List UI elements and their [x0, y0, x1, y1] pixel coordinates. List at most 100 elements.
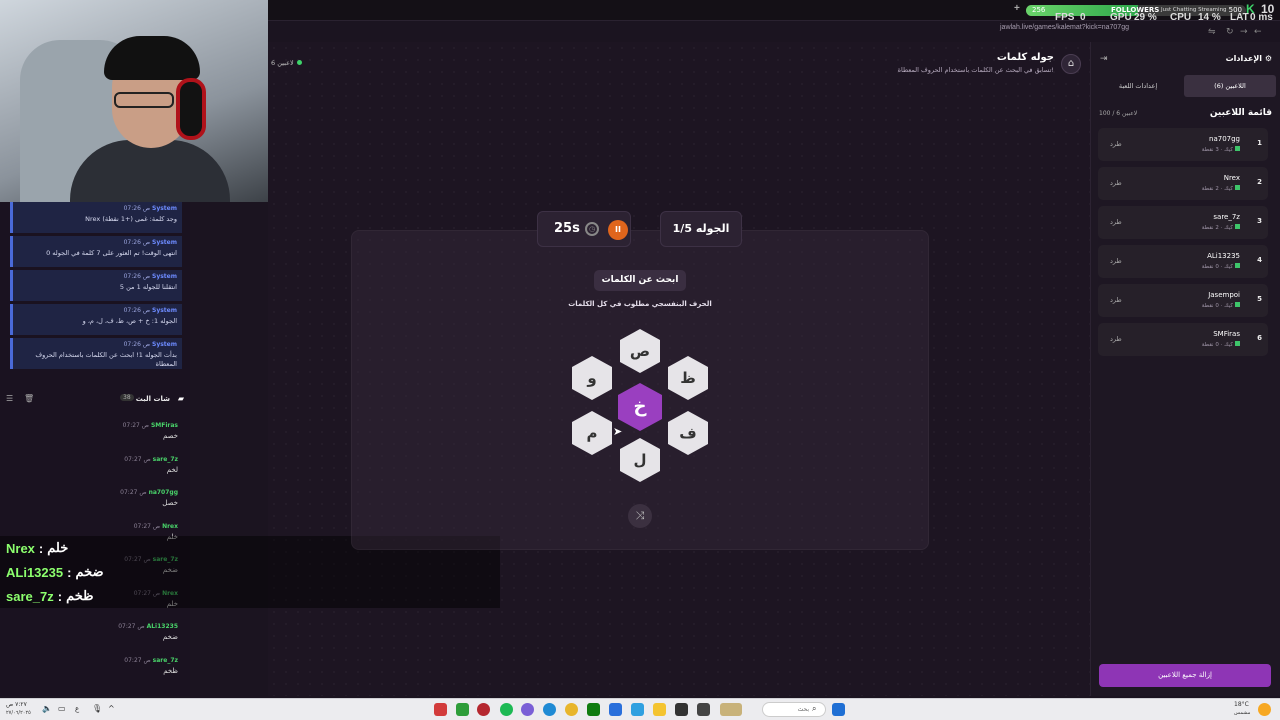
task-view-icon[interactable]: [697, 703, 710, 716]
pause-button[interactable]: II: [608, 220, 628, 240]
app-icon-3[interactable]: [521, 703, 534, 716]
search-icon: ⌕: [812, 704, 817, 713]
player-name: Nrex: [1223, 174, 1240, 182]
kick-player-button[interactable]: طرد: [1110, 140, 1122, 148]
copilot-icon[interactable]: [631, 703, 644, 716]
followers-current: 256: [1032, 6, 1046, 14]
kick-player-button[interactable]: طرد: [1110, 296, 1122, 304]
explorer-icon[interactable]: [653, 703, 666, 716]
gear-icon: ⚙: [1264, 54, 1272, 63]
players-count: 100 / 6 لاعبين: [1099, 110, 1138, 117]
player-name: SMFiras: [1213, 330, 1240, 338]
system-message: 07:26 ص System انتهى الوقت! تم العثور على…: [10, 236, 182, 267]
edge-icon[interactable]: [543, 703, 556, 716]
player-points: كيك · 2 نقطة: [1202, 224, 1240, 231]
weather-temp: 18°C: [1234, 701, 1249, 708]
terminal-icon[interactable]: [675, 703, 688, 716]
player-name: ALi13235: [1207, 252, 1240, 260]
spotify-icon[interactable]: [500, 703, 513, 716]
player-row: 4 ALi13235 كيك · 0 نقطة طرد: [1098, 245, 1268, 278]
chat-title: شات البث: [135, 395, 170, 403]
chrome-icon[interactable]: [565, 703, 578, 716]
network-icon[interactable]: ▭: [58, 704, 66, 713]
forward-icon[interactable]: →: [1240, 27, 1248, 37]
store-icon[interactable]: [609, 703, 622, 716]
fps-label: FPS: [1055, 12, 1075, 23]
player-rank: 2: [1257, 178, 1262, 186]
lat-value: 0 ms: [1250, 12, 1273, 23]
taskbar-date: ٢٧/٠٦/٢٠٢٥: [6, 710, 31, 716]
player-name: Jasempoi: [1208, 291, 1240, 299]
kick-player-button[interactable]: طرد: [1110, 335, 1122, 343]
player-points: كيك · 2 نقطة: [1202, 185, 1240, 192]
windows-taskbar: ٧:٢٧ ص ٢٧/٠٦/٢٠٢٥ 🔈 ▭ ع 🎙 ^ بحث ⌕ 18°C م…: [0, 698, 1280, 720]
chevron-up-icon[interactable]: ^: [108, 704, 115, 713]
timer-box: 25s ◷ II: [537, 211, 631, 247]
overlay-chat-row: ALi13235: ضخم: [0, 560, 500, 584]
find-words-label: ابحث عن الكلمات: [594, 270, 686, 291]
player-rank: 3: [1257, 217, 1262, 225]
volume-icon[interactable]: 🔈: [42, 704, 52, 713]
game-title: جوله كلمات: [996, 52, 1054, 63]
list-icon[interactable]: ☰: [6, 394, 13, 403]
system-message: 07:26 ص System بدأت الجوله 1! ابحث عن الك…: [10, 338, 182, 369]
player-name: sare_7z: [1213, 213, 1240, 221]
game-subtitle: تسابق في البحث عن الكلمات باستخدام الحرو…: [897, 66, 1054, 74]
fps-value: 0: [1080, 12, 1086, 23]
player-name: na707gg: [1209, 135, 1240, 143]
back-icon[interactable]: ←: [1254, 27, 1262, 37]
chat-bubble-icon: ▰: [177, 394, 184, 403]
extensions-icon[interactable]: ⇋: [1208, 27, 1216, 37]
taskbar-time: ٧:٢٧ ص: [6, 701, 27, 708]
lat-label: LAT: [1230, 12, 1249, 23]
chat-header: ☰ 🗑 38 شات البث ▰: [0, 394, 190, 408]
player-rank: 5: [1257, 295, 1262, 303]
tab-players[interactable]: اللاعبين (6): [1184, 75, 1276, 97]
kick-player-button[interactable]: طرد: [1110, 218, 1122, 226]
system-messages: 07:26 ص System Nrex وجد كلمة: غمى (+1 نقط…: [10, 202, 182, 372]
home-button[interactable]: ⌂: [1061, 54, 1081, 74]
player-points: كيك · 0 نقطة: [1202, 341, 1240, 348]
collapse-sidebar-icon[interactable]: ⇥: [1100, 54, 1108, 64]
mouse-cursor-icon: ➤: [613, 425, 623, 438]
tab-game-settings[interactable]: إعدادات اللعبة: [1092, 75, 1184, 97]
player-points: كيك · 0 نقطة: [1202, 302, 1240, 309]
player-row: 1 na707gg كيك · 3 نقطة طرد: [1098, 128, 1268, 161]
gpu-label: GPU: [1110, 12, 1132, 23]
app-icon-2[interactable]: [477, 703, 490, 716]
refresh-icon[interactable]: ↻: [1226, 27, 1234, 37]
kick-player-button[interactable]: طرد: [1110, 257, 1122, 265]
minecraft-icon[interactable]: [456, 703, 469, 716]
language-indicator[interactable]: ع: [75, 705, 79, 713]
chat-panel: 07:26 ص System Nrex وجد كلمة: غمى (+1 نقط…: [0, 202, 190, 696]
mic-icon[interactable]: 🎙: [92, 704, 102, 713]
remove-all-players-button[interactable]: إزالة جميع اللاعبين: [1099, 664, 1271, 687]
shuffle-icon: ⤨: [635, 509, 645, 522]
players-heading: قائمة اللاعبين: [1209, 108, 1272, 118]
system-message: 07:26 ص System الجوله 1: خ + ص، ظ، ف، ل، …: [10, 304, 182, 335]
player-row: 5 Jasempoi كيك · 0 نقطة طرد: [1098, 284, 1268, 317]
shuffle-button[interactable]: ⤨: [628, 504, 652, 528]
app-icon-4[interactable]: [720, 703, 742, 716]
sidebar-tabs: اللاعبين (6) إعدادات اللعبة: [1092, 75, 1276, 97]
xbox-icon[interactable]: [587, 703, 600, 716]
windows-start-icon[interactable]: [832, 703, 845, 716]
player-row: 6 SMFiras كيك · 0 نقطة طرد: [1098, 323, 1268, 356]
new-tab-icon[interactable]: +: [1014, 3, 1020, 14]
chat-message: 07:27 ص SMFiras خصم: [122, 422, 178, 440]
player-points: كيك · 3 نقطة: [1202, 146, 1240, 153]
trash-icon[interactable]: 🗑: [24, 394, 34, 403]
app-icon-1[interactable]: [434, 703, 447, 716]
settings-title: الإعدادات ⚙: [1225, 54, 1272, 63]
player-rank: 4: [1257, 256, 1262, 264]
weather-sun-icon: [1258, 703, 1271, 716]
player-row: 2 Nrex كيك · 2 نقطة طرد: [1098, 167, 1268, 200]
kick-player-button[interactable]: طرد: [1110, 179, 1122, 187]
player-row: 3 sare_7z كيك · 2 نقطة طرد: [1098, 206, 1268, 239]
overlay-chat-row: sare_7z: ظخم: [0, 584, 500, 608]
round-indicator: الجوله 1/5: [660, 211, 742, 247]
system-message: 07:26 ص System Nrex وجد كلمة: غمى (+1 نقط…: [10, 202, 182, 233]
address-bar[interactable]: jawlah.live/games/kalemat?kick=na707gg: [1000, 24, 1129, 31]
cpu-label: CPU: [1170, 12, 1192, 23]
clock-icon: ◷: [585, 222, 599, 236]
